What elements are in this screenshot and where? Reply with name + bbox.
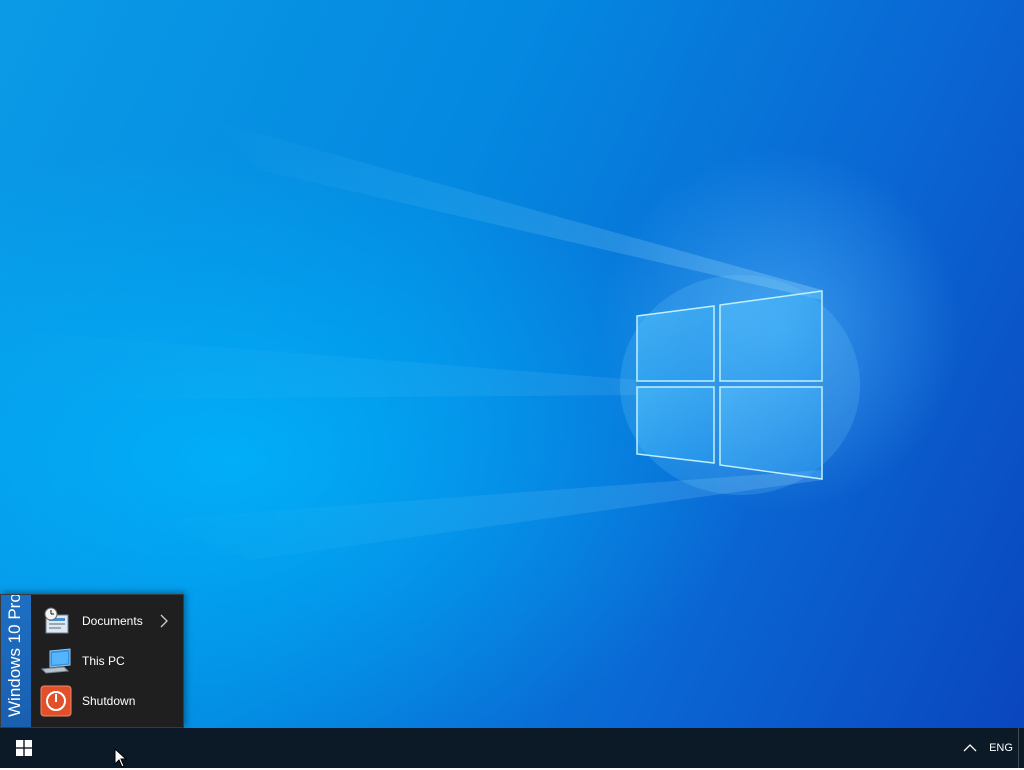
menu-item-this-pc[interactable]: This PC — [31, 641, 183, 681]
menu-item-shutdown[interactable]: Shutdown — [31, 681, 183, 721]
taskbar: ENG — [0, 728, 1024, 768]
start-button[interactable] — [0, 728, 48, 768]
chevron-right-icon — [160, 614, 168, 628]
start-menu: Windows 10 Pro Documents This PC Shutdow… — [0, 594, 184, 728]
start-menu-items: Documents This PC Shutdown — [31, 601, 183, 721]
windows-logo-icon — [16, 740, 32, 756]
documents-icon — [44, 607, 69, 634]
menu-item-label: This PC — [82, 654, 125, 668]
language-indicator[interactable]: ENG — [986, 728, 1016, 768]
banner-text: Windows 10 Pro — [5, 595, 24, 717]
menu-item-label: Documents — [82, 614, 143, 628]
menu-item-documents[interactable]: Documents — [31, 601, 183, 641]
mouse-cursor-icon — [114, 748, 128, 768]
computer-icon — [40, 648, 71, 674]
start-menu-banner: Windows 10 Pro — [1, 595, 31, 727]
chevron-up-icon[interactable] — [960, 740, 980, 756]
show-desktop-button[interactable] — [1018, 728, 1024, 768]
menu-item-label: Shutdown — [82, 694, 136, 708]
power-icon — [40, 685, 72, 717]
